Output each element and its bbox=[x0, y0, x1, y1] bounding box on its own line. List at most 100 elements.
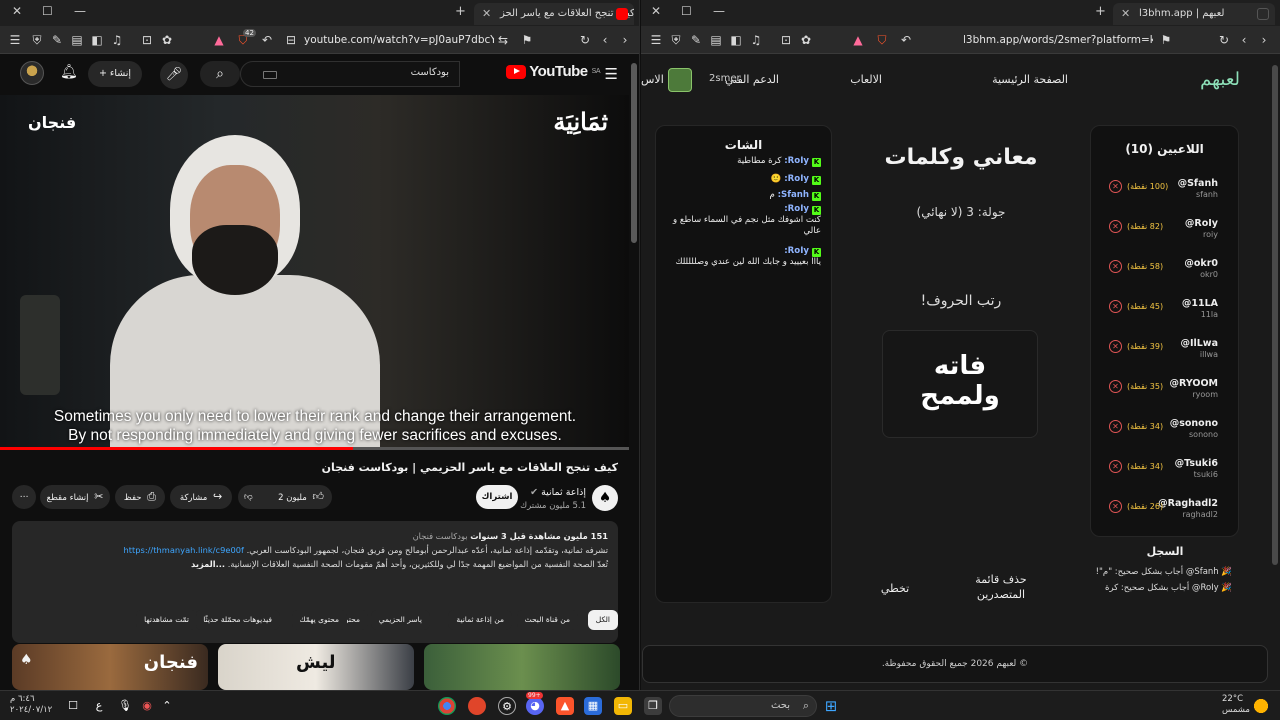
forward-icon[interactable]: › bbox=[618, 33, 632, 47]
guide-menu-icon[interactable]: ☰ bbox=[605, 65, 618, 83]
nav-home[interactable]: الصفحة الرئيسية bbox=[992, 73, 1068, 86]
brave-shield-icon[interactable]: ⛉ bbox=[875, 33, 889, 47]
chip-watched[interactable]: تمّت مشاهدتها bbox=[136, 610, 197, 630]
dislike-icon[interactable]: 👎︎ bbox=[244, 485, 253, 509]
steam-icon[interactable]: ⚙ bbox=[498, 697, 516, 715]
close-tab-icon[interactable]: ✕ bbox=[1121, 3, 1130, 25]
subscribe-button[interactable]: اشتراك bbox=[476, 485, 518, 509]
weather-widget[interactable]: 22°C مشمس bbox=[1222, 694, 1250, 716]
related-video-thumbnail[interactable]: ليش bbox=[218, 644, 414, 690]
sidebar-icon[interactable]: ◧ bbox=[90, 33, 104, 47]
search-button[interactable]: ⌕ bbox=[200, 61, 240, 87]
back-icon[interactable]: ‹ bbox=[598, 33, 612, 47]
brave-icon[interactable]: ▲ bbox=[556, 697, 574, 715]
scrollbar-thumb[interactable] bbox=[1272, 65, 1278, 565]
remove-player-icon[interactable]: ✕ bbox=[1109, 340, 1122, 353]
extension-icon[interactable]: ✎ bbox=[689, 33, 703, 47]
taskbar-search[interactable]: بحث ⌕ bbox=[669, 695, 817, 717]
shield-icon[interactable]: ⛨ bbox=[30, 33, 44, 47]
create-button[interactable]: + إنشاء bbox=[88, 61, 142, 87]
description-link[interactable]: https://thmanyah.link/c9e00f bbox=[123, 545, 243, 555]
chip-from-channel[interactable]: من إذاعة ثمانية bbox=[448, 610, 512, 630]
menu-icon[interactable]: ☰ bbox=[8, 33, 22, 47]
reload-icon[interactable]: ↻ bbox=[1217, 33, 1231, 47]
new-tab-icon[interactable]: + bbox=[455, 4, 466, 19]
related-video-thumbnail[interactable] bbox=[424, 644, 620, 690]
channel-avatar[interactable]: ♠ bbox=[592, 485, 618, 511]
chrome-icon[interactable] bbox=[438, 697, 456, 715]
clear-leaderboard-button[interactable]: حذف قائمة المتصدرين bbox=[961, 572, 1041, 602]
file-explorer-icon[interactable]: ▭ bbox=[614, 697, 632, 715]
puzzle-icon[interactable]: ✿ bbox=[160, 33, 174, 47]
skip-button[interactable]: تخطي bbox=[873, 581, 917, 596]
music-icon[interactable]: ♫ bbox=[110, 33, 124, 47]
remove-player-icon[interactable]: ✕ bbox=[1109, 460, 1122, 473]
share-button[interactable]: مشاركة ↪ bbox=[170, 485, 232, 509]
remove-player-icon[interactable]: ✕ bbox=[1109, 220, 1122, 233]
save-button[interactable]: حفظ ⎙ bbox=[115, 485, 165, 509]
avatar[interactable] bbox=[20, 61, 44, 85]
description-tag[interactable]: بودكاست فنجان bbox=[413, 531, 468, 541]
music-icon[interactable]: ♫ bbox=[749, 33, 763, 47]
undo-icon[interactable]: ↶ bbox=[260, 33, 274, 47]
maximize-icon[interactable]: ☐ bbox=[42, 4, 53, 18]
site-info-icon[interactable]: ⊟ bbox=[284, 33, 298, 47]
bookmark-icon[interactable]: ⚑ bbox=[520, 33, 534, 47]
clip-button[interactable]: إنشاء مقطع ✂ bbox=[40, 485, 110, 509]
app-icon[interactable] bbox=[468, 697, 486, 715]
store-icon[interactable]: ▦ bbox=[584, 697, 602, 715]
video-progress-bar[interactable] bbox=[0, 447, 630, 450]
brave-rewards-icon[interactable]: ▲ bbox=[851, 33, 865, 47]
new-tab-icon[interactable]: + bbox=[1095, 4, 1106, 19]
notifications-icon[interactable]: ☐ bbox=[64, 697, 82, 715]
user-name[interactable]: 2smer bbox=[709, 73, 741, 84]
puzzle-icon[interactable]: ✿ bbox=[799, 33, 813, 47]
chip-all[interactable]: الكل bbox=[587, 610, 618, 630]
extension-icon[interactable]: ✎ bbox=[50, 33, 64, 47]
search-box[interactable]: بودكاست ✕ bbox=[219, 61, 460, 87]
video-player[interactable]: ثمَانِيَة فنجان Sometimes you only need … bbox=[0, 95, 630, 450]
voice-search-icon[interactable]: 🎤︎ bbox=[160, 61, 188, 89]
nav-extra[interactable]: الاس bbox=[641, 73, 664, 86]
chip-from-search[interactable]: من قناة البحث bbox=[516, 610, 578, 630]
record-icon[interactable]: ◉ bbox=[138, 697, 156, 715]
undo-icon[interactable]: ↶ bbox=[899, 33, 913, 47]
address-bar[interactable]: youtube.com/watch?v=pJ0auP7dbcY&t=6... bbox=[304, 30, 494, 50]
tab-youtube[interactable]: ✕ كيف تنجح العلاقات مع ياسر الحز bbox=[474, 3, 634, 25]
discord-icon[interactable]: ◕ bbox=[526, 697, 544, 715]
close-tab-icon[interactable]: ✕ bbox=[482, 3, 491, 25]
keyboard-icon[interactable] bbox=[263, 71, 277, 79]
maximize-icon[interactable]: ☐ bbox=[681, 4, 692, 18]
remove-player-icon[interactable]: ✕ bbox=[1109, 260, 1122, 273]
shield-icon[interactable]: ⛨ bbox=[669, 33, 683, 47]
wallet-icon[interactable]: ▤ bbox=[709, 33, 723, 47]
more-actions-icon[interactable]: ⋯ bbox=[12, 485, 36, 509]
show-more-link[interactable]: ...المزيد bbox=[191, 559, 225, 569]
language-indicator[interactable]: ع bbox=[90, 697, 108, 715]
taskbar-search-input[interactable]: بحث bbox=[771, 700, 790, 711]
youtube-logo[interactable]: YouTube SA bbox=[506, 63, 601, 80]
brave-rewards-icon[interactable]: ▲ bbox=[212, 33, 226, 47]
remove-player-icon[interactable]: ✕ bbox=[1109, 420, 1122, 433]
clock[interactable]: ٦:٤٦ م ٢٠٢٤/٠٧/١٢ bbox=[10, 694, 52, 716]
chip-for-you[interactable]: محتوى يهمّك bbox=[291, 610, 347, 630]
channel-name[interactable]: إذاعة ثمانية ✔ bbox=[530, 487, 586, 498]
like-button[interactable]: 2 مليون 👍︎ bbox=[278, 485, 324, 510]
back-icon[interactable]: ‹ bbox=[1237, 33, 1251, 47]
close-window-icon[interactable]: ✕ bbox=[651, 4, 661, 18]
chip-recent[interactable]: فيديوهات محمّلة حديثًا bbox=[195, 610, 280, 630]
chip-person[interactable]: ياسر الحزيمي bbox=[370, 610, 430, 630]
screenshot-icon[interactable]: ⊡ bbox=[140, 33, 154, 47]
bookmark-icon[interactable]: ⚑ bbox=[1159, 33, 1173, 47]
wallet-icon[interactable]: ▤ bbox=[70, 33, 84, 47]
minimize-icon[interactable]: — bbox=[713, 4, 725, 18]
minimize-icon[interactable]: — bbox=[74, 4, 86, 18]
l3bhm-logo[interactable]: لعبهم bbox=[1200, 69, 1240, 90]
address-bar[interactable]: l3bhm.app/words/2smer?platform=kick bbox=[963, 30, 1153, 50]
start-icon[interactable]: ⊞ bbox=[822, 697, 840, 715]
screenshot-icon[interactable]: ⊡ bbox=[779, 33, 793, 47]
related-video-thumbnail[interactable]: فنجان ♠ bbox=[12, 644, 208, 690]
scrollbar-thumb[interactable] bbox=[631, 63, 637, 243]
sidebar-icon[interactable]: ◧ bbox=[729, 33, 743, 47]
share-link-icon[interactable]: ⇆ bbox=[496, 33, 510, 47]
